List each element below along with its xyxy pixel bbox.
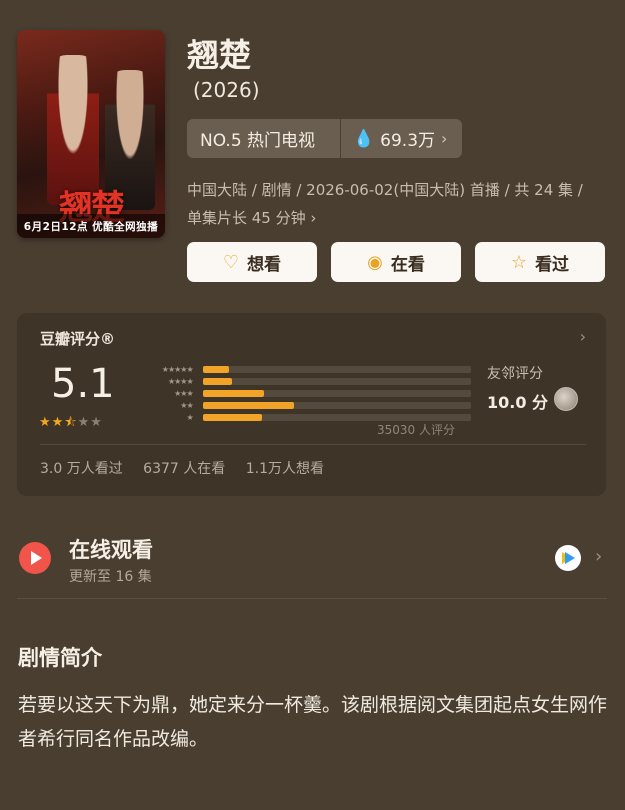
target-icon: ◉ (367, 251, 383, 273)
intro-heading: 剧情简介 (18, 646, 102, 670)
friend-rating-score: 10.0 分 (487, 393, 549, 412)
rating-distribution: ★★★★★ ★★★★ ★★★ ★★ ★ (131, 363, 471, 423)
rating-card[interactable]: 豆瓣评分® › 5.1 ★★⯪★★ ★★★★★ ★★★★ ★★★ ★★ ★ 35… (17, 313, 606, 496)
friend-avatar[interactable] (554, 387, 578, 411)
watching-count[interactable]: 6377 人在看 (143, 461, 225, 477)
poster-banner: 6月2日12点 优酷全网独播 (17, 214, 165, 238)
star-empty-icon: ★ (90, 415, 103, 430)
dist-bar (202, 365, 230, 373)
watched-count[interactable]: 3.0 万人看过 (40, 461, 123, 477)
dist-stars: ★★★★★ (161, 364, 194, 374)
rating-votes: 35030 人评分 (377, 423, 455, 437)
rating-divider (40, 444, 586, 445)
heart-plus-icon: ♡ (222, 251, 240, 273)
star-icon: ☆ (510, 251, 528, 273)
dist-stars: ★★★★ (167, 376, 194, 386)
dist-stars: ★★ (180, 400, 193, 410)
online-title: 在线观看 (69, 538, 153, 562)
star-full-icon: ★ (51, 415, 65, 430)
star-half-icon: ⯪ (64, 415, 78, 430)
watching-button[interactable]: ◉ 在看 (331, 242, 461, 282)
watched-button[interactable]: ☆ 看过 (475, 242, 605, 282)
show-year: (2026) (193, 78, 260, 102)
rank-box[interactable]: NO.5 热门电视 💧 69.3万 › (187, 119, 462, 158)
star-full-icon: ★ (39, 415, 52, 430)
want-to-watch-button[interactable]: ♡ 想看 (187, 242, 317, 282)
star-empty-icon: ★ (77, 415, 91, 430)
heat-number: 69.3万 (380, 131, 436, 151)
watched-label: 看过 (535, 254, 570, 275)
online-subtitle: 更新至 16 集 (69, 569, 152, 585)
dist-row-2: ★★ (131, 399, 471, 411)
heat-value[interactable]: 💧 69.3万 › (341, 126, 448, 152)
rating-score: 5.1 (51, 361, 115, 407)
dist-bar (202, 413, 262, 421)
want-to-watch-label: 想看 (247, 254, 282, 275)
chevron-right-icon: › (441, 129, 448, 148)
rating-title: 豆瓣评分® (40, 330, 116, 348)
show-meta[interactable]: 中国大陆 / 剧情 / 2026-06-02(中国大陆) 首播 / 共 24 集… (187, 176, 597, 232)
intro-body: 若要以这天下为鼎，她定来分一杯羹。该剧根据阅文集团起点女生网作者希行同名作品改编… (18, 694, 608, 750)
show-title: 翘楚 (187, 36, 252, 74)
want-count[interactable]: 1.1万人想看 (246, 461, 324, 477)
flame-icon: 💧 (353, 128, 375, 149)
dist-row-4: ★★★★ (131, 375, 471, 387)
rank-label[interactable]: NO.5 热门电视 (187, 126, 340, 151)
dist-bar (202, 389, 265, 397)
youku-icon (555, 545, 581, 571)
friend-rating-label: 友邻评分 (487, 366, 543, 382)
chevron-right-icon[interactable]: › (580, 327, 586, 346)
watching-label: 在看 (390, 254, 425, 275)
rating-stats: 3.0 万人看过 6377 人在看 1.1万人想看 (40, 458, 340, 478)
dist-stars: ★ (186, 412, 193, 422)
dist-stars: ★★★ (174, 388, 194, 398)
dist-bar (202, 401, 294, 409)
dist-row-5: ★★★★★ (131, 363, 471, 375)
poster-image[interactable]: 翘楚 6月2日12点 优酷全网独播 (17, 30, 165, 238)
dist-bar (202, 377, 233, 385)
online-watch-row[interactable]: 在线观看 更新至 16 集 › (17, 528, 607, 588)
play-icon (19, 542, 51, 574)
section-divider (17, 598, 607, 599)
dist-row-3: ★★★ (131, 387, 471, 399)
chevron-right-icon: › (595, 546, 603, 567)
rating-stars: ★★⯪★★ (39, 413, 103, 435)
